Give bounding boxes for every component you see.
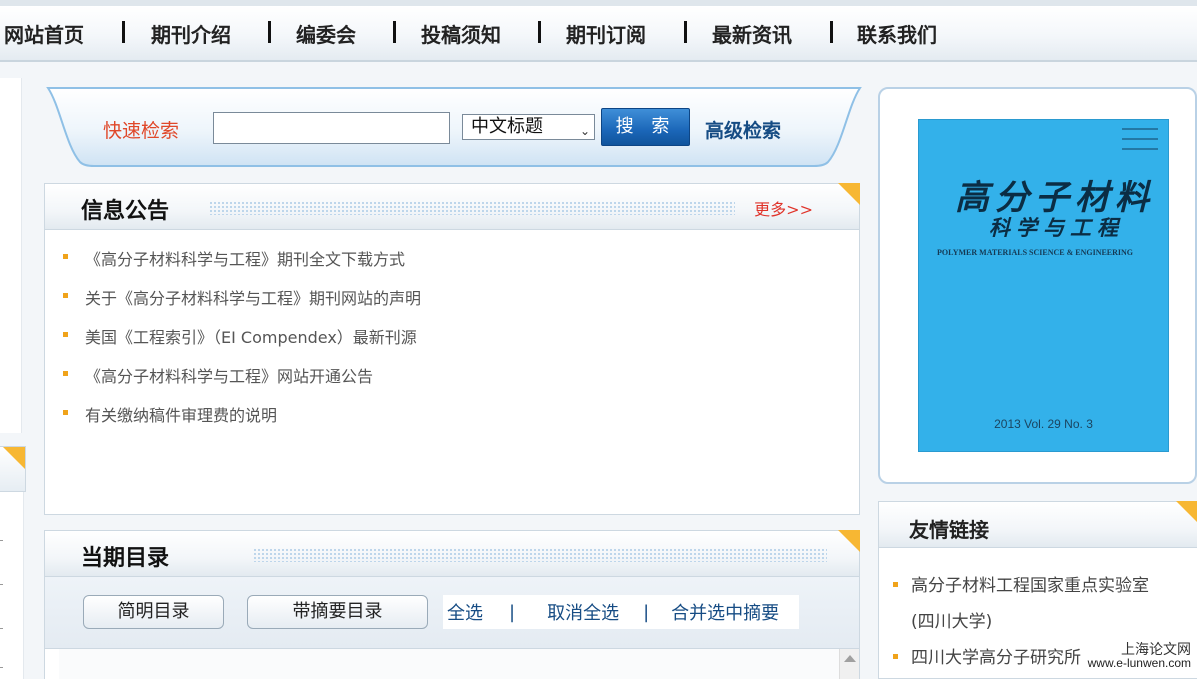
nav-editorial-board[interactable]: 编委会 xyxy=(296,19,356,48)
toc-content xyxy=(59,649,859,679)
nav-separator xyxy=(393,21,396,43)
nav-subscription[interactable]: 期刊订阅 xyxy=(566,19,646,48)
bullet-icon xyxy=(63,410,68,415)
notice-link[interactable]: 《高分子材料科学与工程》网站开通公告 xyxy=(85,367,373,386)
list-item[interactable]: 有关缴纳稿件审理费的说明 xyxy=(63,402,421,441)
left-sidebar-header xyxy=(0,446,26,492)
current-issue-panel: 当期目录 简明目录 带摘要目录 全选 | 取消全选 | 合并选中摘要 xyxy=(44,530,860,679)
nav-separator xyxy=(268,21,271,43)
list-marker xyxy=(0,628,3,629)
nav-latest-news[interactable]: 最新资讯 xyxy=(712,19,792,48)
left-sidebar-list xyxy=(0,492,24,679)
scroll-up-icon[interactable] xyxy=(844,655,856,662)
notice-link[interactable]: 《高分子材料科学与工程》期刊全文下载方式 xyxy=(85,250,405,269)
friendly-links-header: 友情链接 xyxy=(879,501,1197,548)
journal-cover-image[interactable]: 高分子材料 科学与工程 POLYMER MATERIALS SCIENCE & … xyxy=(918,119,1169,452)
notice-link[interactable]: 有关缴纳稿件审理费的说明 xyxy=(85,406,277,425)
notice-link[interactable]: 关于《高分子材料科学与工程》期刊网站的声明 xyxy=(85,289,421,308)
toc-toolbar: 简明目录 带摘要目录 全选 | 取消全选 | 合并选中摘要 xyxy=(45,577,859,649)
chevron-down-icon: ⌄ xyxy=(579,124,590,138)
nav-contact[interactable]: 联系我们 xyxy=(857,19,937,48)
friendly-link[interactable]: 高分子材料工程国家重点实验室(四川大学) xyxy=(911,576,1149,632)
corner-accent xyxy=(3,447,25,469)
toc-scrollbar[interactable] xyxy=(839,649,859,679)
notices-title: 信息公告 xyxy=(81,198,170,224)
nav-separator xyxy=(538,21,541,43)
search-button[interactable]: 搜 索 xyxy=(601,108,690,146)
corner-accent xyxy=(838,530,860,552)
abstract-toc-button[interactable]: 带摘要目录 xyxy=(247,595,428,629)
search-field-value: 中文标题 xyxy=(471,116,543,137)
nav-journal-intro[interactable]: 期刊介绍 xyxy=(151,19,231,48)
header-dot-pattern xyxy=(209,201,735,215)
watermark-line1: 上海论文网 xyxy=(1121,641,1191,658)
quick-search-bar: 快速检索 中文标题 ⌄ 搜 索 高级检索 xyxy=(46,86,862,168)
bullet-icon xyxy=(893,582,898,587)
nav-home[interactable]: 网站首页 xyxy=(4,19,84,48)
merge-abstracts-link[interactable]: 合并选中摘要 xyxy=(671,599,779,625)
nav-submission-guide[interactable]: 投稿须知 xyxy=(421,19,501,48)
list-item[interactable]: 《高分子材料科学与工程》网站开通公告 xyxy=(63,363,421,402)
corner-accent xyxy=(838,183,860,205)
notice-list: 《高分子材料科学与工程》期刊全文下载方式 关于《高分子材料科学与工程》期刊网站的… xyxy=(63,246,421,441)
friendly-link[interactable]: 四川大学高分子研究所 xyxy=(911,648,1081,668)
action-separator: | xyxy=(509,601,516,623)
list-marker xyxy=(0,584,3,585)
quick-search-label: 快速检索 xyxy=(103,120,180,142)
header-dot-pattern xyxy=(253,548,827,562)
advanced-search-link[interactable]: 高级检索 xyxy=(705,116,781,143)
cover-issn-block xyxy=(1122,128,1158,150)
bullet-icon xyxy=(63,293,68,298)
nav-separator xyxy=(684,21,687,43)
toc-actions: 全选 | 取消全选 | 合并选中摘要 xyxy=(443,595,799,629)
watermark-line2: www.e-lunwen.com xyxy=(1087,656,1191,671)
bullet-icon xyxy=(63,332,68,337)
corner-accent xyxy=(1176,501,1197,523)
current-issue-header: 当期目录 xyxy=(45,530,860,577)
journal-cover-panel: 高分子材料 科学与工程 POLYMER MATERIALS SCIENCE & … xyxy=(878,87,1197,484)
left-sidebar-panel xyxy=(0,78,22,433)
cover-title-en: POLYMER MATERIALS SCIENCE & ENGINEERING xyxy=(937,248,1134,257)
top-nav: 网站首页 期刊介绍 编委会 投稿须知 期刊订阅 最新资讯 联系我们 xyxy=(0,0,1197,62)
friendly-links-title: 友情链接 xyxy=(909,518,989,542)
list-item[interactable]: 关于《高分子材料科学与工程》期刊网站的声明 xyxy=(63,285,421,324)
bullet-icon xyxy=(63,254,68,259)
list-item[interactable]: 高分子材料工程国家重点实验室(四川大学) xyxy=(893,568,1163,640)
more-link[interactable]: 更多>> xyxy=(754,196,813,220)
current-issue-title: 当期目录 xyxy=(81,545,170,571)
nav-separator xyxy=(830,21,833,43)
notice-link[interactable]: 美国《工程索引》（EI Compendex）最新刊源 xyxy=(85,328,417,347)
list-marker xyxy=(0,667,3,668)
list-item[interactable]: 《高分子材料科学与工程》期刊全文下载方式 xyxy=(63,246,421,285)
notices-panel: 信息公告 更多>> 《高分子材料科学与工程》期刊全文下载方式 关于《高分子材料科… xyxy=(44,183,860,515)
bullet-icon xyxy=(893,654,898,659)
list-marker xyxy=(0,540,3,541)
bullet-icon xyxy=(63,371,68,376)
deselect-all-link[interactable]: 取消全选 xyxy=(547,599,619,625)
notices-header: 信息公告 更多>> xyxy=(45,183,860,230)
action-separator: | xyxy=(643,601,650,623)
nav-separator xyxy=(122,21,125,43)
search-input[interactable] xyxy=(213,112,450,144)
select-all-link[interactable]: 全选 xyxy=(447,599,483,625)
cover-issue: 2013 Vol. 29 No. 3 xyxy=(994,417,1093,431)
site-watermark: 上海论文网 www.e-lunwen.com xyxy=(1087,641,1191,671)
brief-toc-button[interactable]: 简明目录 xyxy=(83,595,224,629)
list-item[interactable]: 美国《工程索引》（EI Compendex）最新刊源 xyxy=(63,324,421,363)
cover-subtitle-cn: 科学与工程 xyxy=(989,215,1124,240)
search-field-select[interactable]: 中文标题 ⌄ xyxy=(462,114,595,140)
